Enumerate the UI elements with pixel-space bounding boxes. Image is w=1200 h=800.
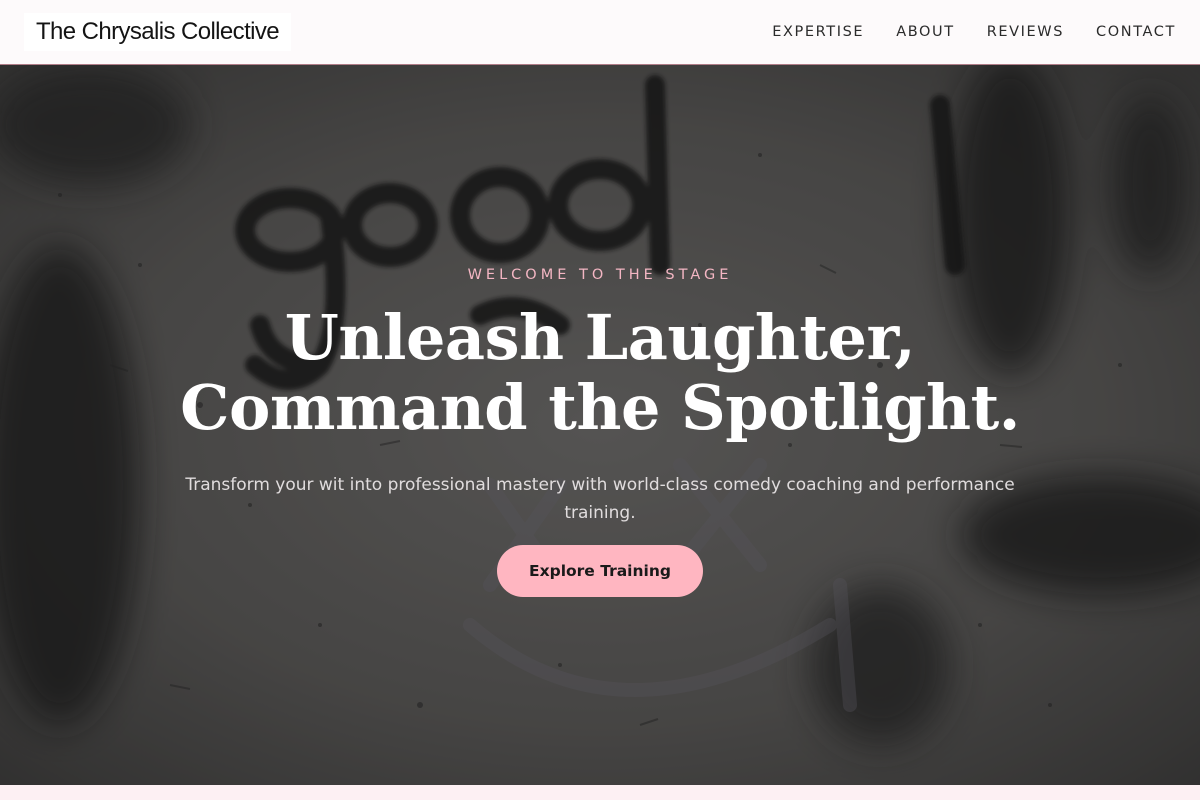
nav-link-contact[interactable]: CONTACT	[1096, 24, 1176, 40]
logo-text: The Chrysalis Collective	[36, 18, 280, 45]
explore-training-button[interactable]: Explore Training	[497, 545, 703, 597]
hero-headline-line-2: Command the Spotlight.	[180, 371, 1020, 444]
next-section-edge	[0, 785, 1200, 800]
main-nav: EXPERTISE ABOUT REVIEWS CONTACT	[772, 24, 1176, 40]
site-header: The Chrysalis Collective EXPERTISE ABOUT…	[0, 0, 1200, 65]
hero-subtext: Transform your wit into professional mas…	[185, 475, 1015, 523]
hero-headline-line-1: Unleash Laughter,	[284, 301, 916, 374]
hero-eyebrow: WELCOME TO THE STAGE	[467, 267, 733, 283]
nav-link-about[interactable]: ABOUT	[896, 24, 955, 40]
hero-headline: Unleash Laughter, Command the Spotlight.	[0, 303, 1200, 443]
hero-section: WELCOME TO THE STAGE Unleash Laughter, C…	[0, 65, 1200, 785]
logo[interactable]: The Chrysalis Collective	[24, 13, 292, 51]
nav-link-expertise[interactable]: EXPERTISE	[772, 24, 864, 40]
nav-link-reviews[interactable]: REVIEWS	[987, 24, 1064, 40]
hero-content: WELCOME TO THE STAGE Unleash Laughter, C…	[0, 65, 1200, 785]
